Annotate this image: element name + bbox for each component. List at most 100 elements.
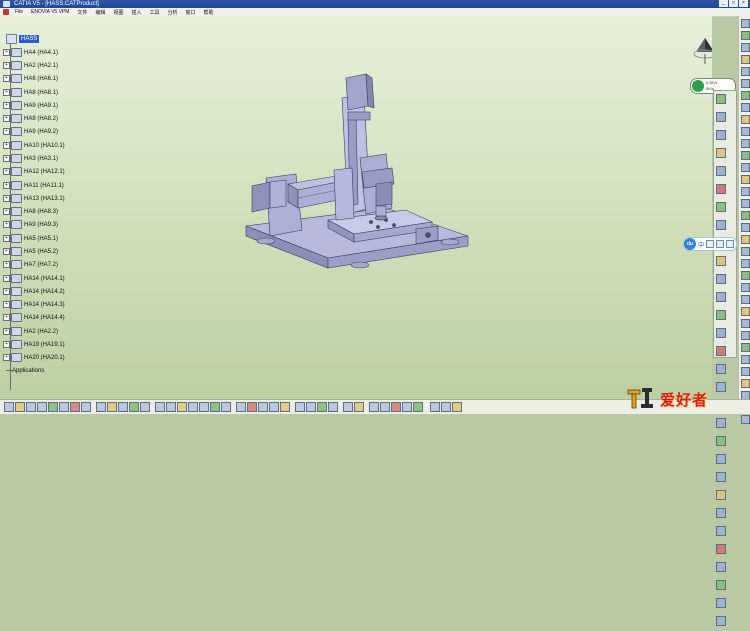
menu-wenjian[interactable]: 文件	[73, 9, 91, 16]
expand-icon[interactable]: +	[3, 102, 10, 109]
expand-icon[interactable]: +	[3, 221, 10, 228]
tool-icon[interactable]	[741, 67, 750, 76]
tree-item[interactable]: + HA8 (HA8.2)	[3, 114, 58, 123]
tool-icon[interactable]	[741, 259, 750, 268]
tool-icon[interactable]	[380, 402, 390, 412]
tool-icon[interactable]	[716, 418, 726, 428]
3d-viewport[interactable]: HASS + HA4 (HA4.1) + HA2 (HA2.1) + HA6 (HA6…	[0, 16, 712, 399]
ime-tool-icon[interactable]	[716, 240, 725, 248]
ime-toolbar[interactable]: du 中	[683, 237, 738, 251]
tree-item[interactable]: + HA20 (HA20.1)	[3, 353, 65, 362]
tool-icon[interactable]	[716, 616, 726, 626]
tool-icon[interactable]	[716, 112, 726, 122]
tree-item[interactable]: + HA9 (HA9.1)	[3, 101, 58, 110]
tool-icon[interactable]	[129, 402, 139, 412]
tree-item-applications[interactable]: Applications	[6, 366, 44, 375]
tool-icon[interactable]	[716, 508, 726, 518]
tool-icon[interactable]	[430, 402, 440, 412]
menu-gongju[interactable]: 工具	[145, 9, 163, 16]
close-button[interactable]: ×	[739, 0, 748, 7]
tool-icon[interactable]	[269, 402, 279, 412]
tool-icon[interactable]	[716, 274, 726, 284]
tool-icon[interactable]	[140, 402, 150, 412]
tool-icon[interactable]	[716, 166, 726, 176]
minimize-button[interactable]: _	[719, 0, 728, 7]
tree-item[interactable]: + HA13 (HA13.1)	[3, 194, 65, 203]
tool-icon[interactable]	[402, 402, 412, 412]
expand-icon[interactable]: +	[3, 49, 10, 56]
expand-icon[interactable]: +	[3, 128, 10, 135]
tool-icon[interactable]	[391, 402, 401, 412]
tool-icon[interactable]	[741, 379, 750, 388]
tool-icon[interactable]	[741, 283, 750, 292]
menu-chuangkou[interactable]: 窗口	[182, 9, 200, 16]
tool-icon[interactable]	[741, 19, 750, 28]
expand-icon[interactable]: +	[3, 261, 10, 268]
tool-icon[interactable]	[741, 211, 750, 220]
expand-icon[interactable]: +	[3, 328, 10, 335]
menu-enovia[interactable]: ENOVIA V5 VPM	[27, 9, 73, 15]
tool-icon[interactable]	[317, 402, 327, 412]
tool-icon[interactable]	[81, 402, 91, 412]
tool-icon[interactable]	[716, 490, 726, 500]
tree-item[interactable]: + HA14 (HA14.2)	[3, 287, 65, 296]
tool-icon[interactable]	[258, 402, 268, 412]
ime-language[interactable]: 中	[698, 240, 704, 249]
expand-icon[interactable]: +	[3, 195, 10, 202]
tree-item[interactable]: + HA2 (HA2.2)	[3, 327, 58, 336]
menu-bangzhu[interactable]: 帮助	[200, 9, 218, 16]
tool-icon[interactable]	[26, 402, 36, 412]
tool-icon[interactable]	[15, 402, 25, 412]
tool-icon[interactable]	[741, 175, 750, 184]
maximize-button[interactable]: □	[729, 0, 738, 7]
tool-icon[interactable]	[741, 355, 750, 364]
tool-icon[interactable]	[741, 415, 750, 424]
expand-icon[interactable]: +	[3, 168, 10, 175]
tree-item[interactable]: + HA4 (HA4.1)	[3, 48, 58, 57]
tool-icon[interactable]	[221, 402, 231, 412]
tool-icon[interactable]	[741, 223, 750, 232]
expand-icon[interactable]: +	[3, 354, 10, 361]
tool-icon[interactable]	[716, 580, 726, 590]
tool-icon[interactable]	[716, 472, 726, 482]
tree-item[interactable]: + HA14 (HA14.1)	[3, 274, 65, 283]
expand-icon[interactable]: +	[3, 142, 10, 149]
tool-icon[interactable]	[716, 454, 726, 464]
tool-icon[interactable]	[210, 402, 220, 412]
tool-icon[interactable]	[741, 247, 750, 256]
tool-icon[interactable]	[354, 402, 364, 412]
tool-icon[interactable]	[741, 31, 750, 40]
expand-icon[interactable]: +	[3, 115, 10, 122]
tool-icon[interactable]	[306, 402, 316, 412]
expand-icon[interactable]: +	[3, 208, 10, 215]
tool-icon[interactable]	[741, 271, 750, 280]
expand-icon[interactable]: +	[3, 314, 10, 321]
tool-icon[interactable]	[741, 43, 750, 52]
expand-icon[interactable]: +	[3, 301, 10, 308]
tool-icon[interactable]	[247, 402, 257, 412]
tree-root[interactable]: HASS	[6, 33, 40, 44]
tool-icon[interactable]	[741, 199, 750, 208]
tool-icon[interactable]	[741, 319, 750, 328]
tool-icon[interactable]	[741, 307, 750, 316]
tool-icon[interactable]	[48, 402, 58, 412]
tree-item[interactable]: + HA6 (HA6.1)	[3, 74, 58, 83]
tree-item[interactable]: + HA5 (HA5.2)	[3, 247, 58, 256]
expand-icon[interactable]: +	[3, 75, 10, 82]
expand-icon[interactable]: +	[3, 275, 10, 282]
tool-icon[interactable]	[452, 402, 462, 412]
tree-item[interactable]: + HA3 (HA3.1)	[3, 154, 58, 163]
catia-app-icon[interactable]	[3, 1, 10, 7]
tool-icon[interactable]	[4, 402, 14, 412]
tool-icon[interactable]	[716, 256, 726, 266]
tool-icon[interactable]	[59, 402, 69, 412]
tool-icon[interactable]	[741, 115, 750, 124]
ime-tool-icon[interactable]	[726, 240, 735, 248]
tool-icon[interactable]	[716, 346, 726, 356]
tool-icon[interactable]	[741, 79, 750, 88]
menu-bianji[interactable]: 编辑	[91, 9, 109, 16]
tool-icon[interactable]	[716, 220, 726, 230]
tool-icon[interactable]	[716, 202, 726, 212]
tool-icon[interactable]	[716, 526, 726, 536]
tree-item[interactable]: + HA11 (HA11.1)	[3, 181, 64, 190]
